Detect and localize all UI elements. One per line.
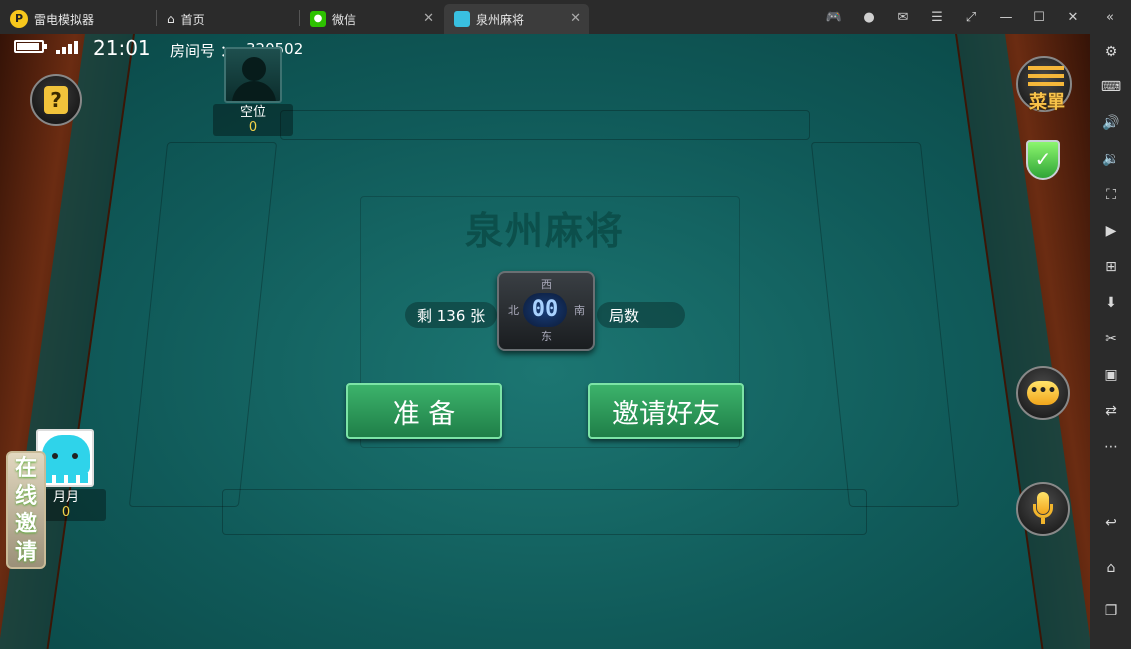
apk-install-icon[interactable]: ⬇: [1100, 293, 1122, 313]
clock: 21:01: [93, 36, 151, 60]
top-seat-avatar[interactable]: [224, 47, 282, 103]
chat-button[interactable]: •••: [1016, 366, 1070, 420]
round-counter: 00: [523, 293, 567, 327]
game-screen: 泉州麻将 21:01 房间号 ： 320502 ? 空位 0 00 西 东 北 …: [0, 34, 1090, 649]
tile-area-left: [128, 142, 278, 507]
top-seat-score: 0: [248, 120, 258, 135]
online-invite-char: 邀: [14, 512, 37, 537]
menu-icon[interactable]: ☰: [929, 9, 945, 25]
top-seat-name: 空位: [239, 105, 266, 120]
tile-area-top: [280, 110, 810, 140]
more-icon[interactable]: ⋯: [1100, 437, 1122, 457]
home-nav-icon[interactable]: ⌂: [1100, 558, 1122, 578]
ready-button[interactable]: 准 备: [346, 383, 502, 439]
multi-instance-icon[interactable]: ⊞: [1100, 257, 1122, 277]
tab-home[interactable]: ⌂ 首页: [157, 4, 299, 34]
tile-area-right: [810, 142, 960, 507]
app-tab[interactable]: P 雷电模拟器: [0, 4, 155, 34]
keyboard-icon[interactable]: ⌨: [1100, 77, 1122, 97]
scissors-icon[interactable]: ✂: [1100, 329, 1122, 349]
voice-button[interactable]: [1016, 482, 1070, 536]
table-title: 泉州麻将: [465, 208, 626, 253]
emulator-titlebar: P 雷电模拟器 ⌂ 首页 ● 微信 ✕ 泉州麻将 ✕ 🎮 ● ✉ ☰ ⤢ — ☐…: [0, 0, 1131, 34]
wind-south: 南: [574, 304, 585, 317]
shield-check-icon[interactable]: ✓: [1026, 140, 1060, 180]
empty-person-icon: [242, 57, 266, 81]
home-icon: ⌂: [167, 12, 175, 26]
tab-home-label: 首页: [180, 12, 205, 27]
close-window-icon[interactable]: ✕: [1065, 9, 1081, 25]
close-icon[interactable]: ✕: [570, 11, 581, 26]
online-invite-char: 线: [14, 484, 37, 509]
menu-button[interactable]: 菜單: [1016, 56, 1072, 113]
settings-icon[interactable]: ⚙: [1100, 42, 1122, 62]
screenshot-icon[interactable]: ⛶: [1100, 185, 1122, 205]
emulator-sidebar: ⚙ ⌨ 🔊 🔉 ⛶ ▶ ⊞ ⬇ ✂ ▣ ⇄ ⋯ ↩ ⌂ ❐: [1090, 34, 1131, 649]
chat-bubble-icon: •••: [1027, 381, 1059, 405]
recent-apps-icon[interactable]: ❐: [1100, 601, 1122, 621]
top-seat-info: 空位 0: [213, 104, 293, 136]
remaining-tiles: 剩 136 张: [405, 302, 497, 328]
minimize-icon[interactable]: —: [998, 9, 1014, 25]
rounds-label: 局数: [609, 306, 640, 325]
tab-game[interactable]: 泉州麻将 ✕: [444, 4, 589, 34]
mail-icon[interactable]: ✉: [895, 9, 911, 25]
signal-icon: [56, 40, 84, 54]
game-tab-icon: [454, 11, 470, 27]
microphone-icon: [1031, 492, 1055, 526]
tab-game-label: 泉州麻将: [476, 12, 525, 27]
online-invite-char: 请: [14, 540, 37, 565]
rounds-counter: 局数: [597, 302, 685, 328]
menu-label: 菜單: [1029, 92, 1065, 113]
question-icon: ?: [44, 86, 68, 114]
tile-area-bottom: [222, 489, 867, 535]
help-button[interactable]: ?: [30, 74, 82, 126]
wind-north: 北: [508, 304, 519, 317]
battery-icon: [14, 40, 47, 53]
online-invite-button[interactable]: 在 线 邀 请: [6, 451, 46, 569]
online-invite-char: 在: [14, 456, 37, 481]
tab-wechat-label: 微信: [332, 12, 357, 27]
popout-icon[interactable]: ⤢: [963, 9, 979, 25]
invite-friends-button[interactable]: 邀请好友: [588, 383, 744, 439]
wechat-icon: ●: [310, 11, 326, 27]
ldplayer-logo-icon: P: [10, 10, 28, 28]
close-icon[interactable]: ✕: [423, 11, 434, 26]
volume-up-icon[interactable]: 🔊: [1100, 113, 1122, 133]
wind-east: 东: [541, 330, 552, 343]
collapse-sidebar-icon[interactable]: «: [1102, 9, 1118, 25]
octopus-avatar-icon: [42, 435, 90, 475]
sync-icon[interactable]: ⇄: [1100, 401, 1122, 421]
user-icon[interactable]: ●: [861, 9, 877, 25]
back-icon[interactable]: ↩: [1100, 513, 1122, 533]
wind-west: 西: [541, 278, 552, 291]
gamepad-icon[interactable]: 🎮: [826, 9, 842, 25]
video-icon[interactable]: ▣: [1100, 365, 1122, 385]
app-name: 雷电模拟器: [34, 12, 95, 27]
volume-down-icon[interactable]: 🔉: [1100, 149, 1122, 169]
record-icon[interactable]: ▶: [1100, 221, 1122, 241]
maximize-icon[interactable]: ☐: [1031, 9, 1047, 25]
remaining-tiles-text: 剩 136 张: [417, 306, 486, 325]
tab-wechat[interactable]: ● 微信 ✕: [300, 4, 442, 34]
menu-lines-icon: [1028, 66, 1064, 86]
wind-compass: 00 西 东 北 南: [497, 271, 595, 351]
